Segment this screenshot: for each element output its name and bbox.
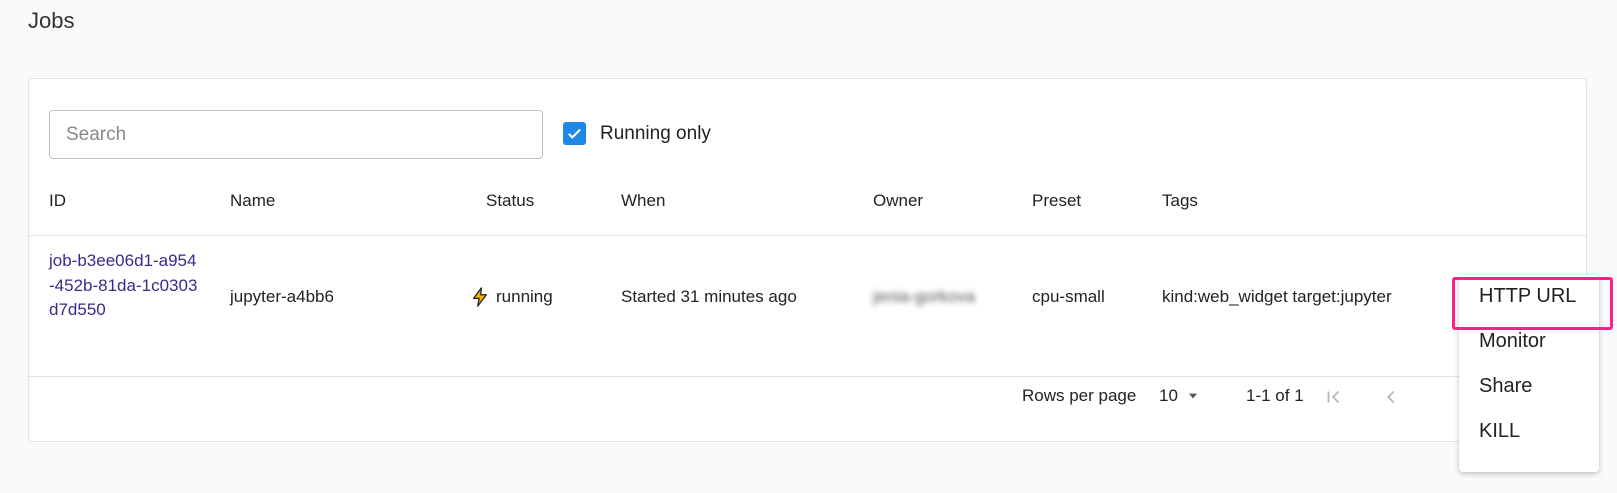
column-header-name[interactable]: Name [230,191,275,211]
rows-per-page-value: 10 [1159,386,1178,405]
menu-item-monitor[interactable]: Monitor [1479,330,1546,353]
first-page-icon [1327,390,1340,404]
job-id-link[interactable]: job-b3ee06d1-a954-452b-81da-1c0303d7d550 [49,249,199,323]
row-divider [29,376,1586,377]
job-when: Started 31 minutes ago [621,287,797,306]
checkmark-icon [568,128,581,139]
column-header-preset[interactable]: Preset [1032,191,1081,211]
job-name: jupyter-a4bb6 [230,287,334,306]
rows-per-page-label: Rows per page [1022,386,1137,405]
column-header-tags[interactable]: Tags [1162,191,1198,211]
job-status-text: running [496,287,553,306]
column-header-when[interactable]: When [621,191,665,211]
chevron-left-icon [1386,390,1395,404]
previous-page-button[interactable] [1379,385,1403,409]
running-only-label: Running only [600,122,711,144]
running-only-filter[interactable]: Running only [563,122,711,145]
job-tags: kind:web_widget target:jupyter [1162,287,1392,306]
chevron-down-icon [1188,393,1198,399]
jobs-card: Running only ID Name Status When Owner P… [28,78,1587,442]
header-divider [29,235,1586,236]
lightning-icon [472,287,488,307]
job-owner: jenia-gorkova [873,287,976,306]
column-header-owner[interactable]: Owner [873,191,923,211]
menu-item-kill[interactable]: KILL [1479,420,1520,443]
job-actions-menu: HTTP URL Monitor Share KILL [1459,275,1599,472]
job-status: running [469,286,553,308]
menu-item-http-url[interactable]: HTTP URL [1479,285,1576,308]
search-input[interactable] [49,110,543,159]
first-page-button[interactable] [1322,385,1346,409]
running-only-checkbox[interactable] [563,122,586,145]
rows-per-page-select[interactable]: 10 [1159,386,1200,406]
column-header-status[interactable]: Status [486,191,534,211]
pagination-range: 1-1 of 1 [1246,386,1304,405]
page-title: Jobs [28,8,75,33]
column-header-id[interactable]: ID [49,191,66,211]
job-preset: cpu-small [1032,287,1105,306]
menu-item-share[interactable]: Share [1479,375,1532,398]
